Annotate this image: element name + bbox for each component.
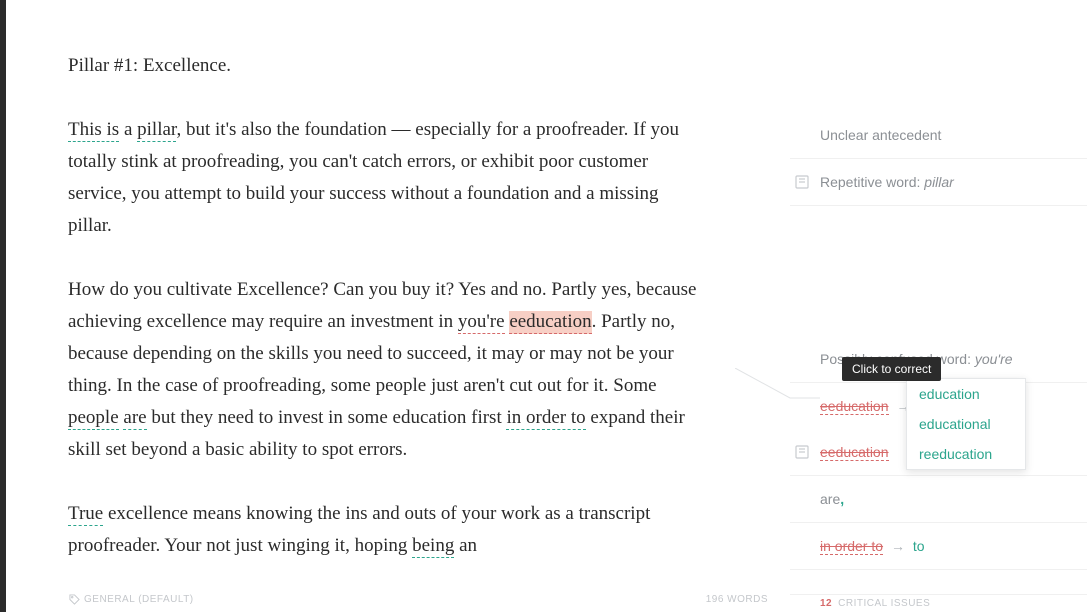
tag-icon: [69, 594, 80, 605]
issue-word: pillar: [924, 174, 954, 190]
window-left-strip: [0, 0, 6, 612]
flag-misspelling-selected[interactable]: eeducation: [509, 311, 591, 334]
issue-label: CRITICAL ISSUES: [838, 598, 930, 609]
flag-true[interactable]: True: [68, 503, 103, 526]
suggestion-option[interactable]: educational: [907, 409, 1025, 439]
text: but they need to invest in some educatio…: [147, 407, 507, 428]
heading: Pillar #1: Excellence.: [68, 50, 700, 82]
wrong-word: eeducation: [820, 398, 889, 415]
arrow-icon: →: [891, 538, 905, 554]
flag-repetitive-word[interactable]: pillar: [137, 119, 176, 142]
comma-insert: ,: [840, 491, 844, 507]
critical-issues-bar[interactable]: 12 CRITICAL ISSUES: [790, 594, 1087, 612]
correct-word[interactable]: to: [913, 538, 925, 554]
word-count[interactable]: 196 WORDS: [706, 594, 768, 605]
suggestion-option[interactable]: education: [907, 379, 1025, 409]
suggestion-popup: education educational reeducation: [906, 378, 1026, 470]
paragraph-1: This is a pillar, but it's also the foun…: [68, 114, 700, 242]
wrong-word: in order to: [820, 538, 883, 555]
flag-being[interactable]: being: [412, 535, 454, 558]
wrong-word: eeducation: [820, 444, 889, 461]
issue-word: you're: [975, 351, 1013, 367]
paragraph-3: True excellence means knowing the ins an…: [68, 498, 700, 562]
paragraph-2: How do you cultivate Excellence? Can you…: [68, 274, 700, 466]
flag-in-order-to[interactable]: in order to: [506, 407, 585, 430]
flag-confused-word[interactable]: you're: [458, 311, 505, 334]
issue-in-order-to[interactable]: in order to → to: [790, 523, 1087, 570]
click-to-correct-tooltip: Click to correct: [842, 357, 941, 381]
text: an: [454, 535, 477, 556]
flag-people[interactable]: people: [68, 407, 119, 430]
editor-area[interactable]: Pillar #1: Excellence. This is a pillar,…: [68, 50, 700, 590]
text: a: [119, 119, 137, 140]
issue-label: Unclear antecedent: [820, 127, 941, 143]
sidebar-top-spacer: [790, 0, 1087, 112]
issue-repetitive-word[interactable]: Repetitive word: pillar: [790, 159, 1087, 206]
flag-are[interactable]: are: [123, 407, 146, 430]
issue-label: Repetitive word:: [820, 174, 924, 190]
issue-count: 12: [820, 598, 832, 609]
issue-are-comma[interactable]: are,: [790, 476, 1087, 523]
status-left[interactable]: GENERAL (DEFAULT): [69, 594, 194, 605]
book-icon: [794, 444, 810, 460]
issues-sidebar: Unclear antecedent Repetitive word: pill…: [790, 0, 1087, 612]
flag-unclear-antecedent[interactable]: This is: [68, 119, 119, 142]
book-icon: [794, 174, 810, 190]
issue-unclear-antecedent[interactable]: Unclear antecedent: [790, 112, 1087, 159]
text: excellence means knowing the ins and out…: [68, 503, 650, 556]
issue-word: are: [820, 491, 840, 507]
suggestion-option[interactable]: reeducation: [907, 439, 1025, 469]
status-text: GENERAL (DEFAULT): [84, 594, 194, 605]
status-bar: GENERAL (DEFAULT) 196 WORDS: [51, 594, 786, 612]
sidebar-spacer: [790, 206, 1087, 336]
